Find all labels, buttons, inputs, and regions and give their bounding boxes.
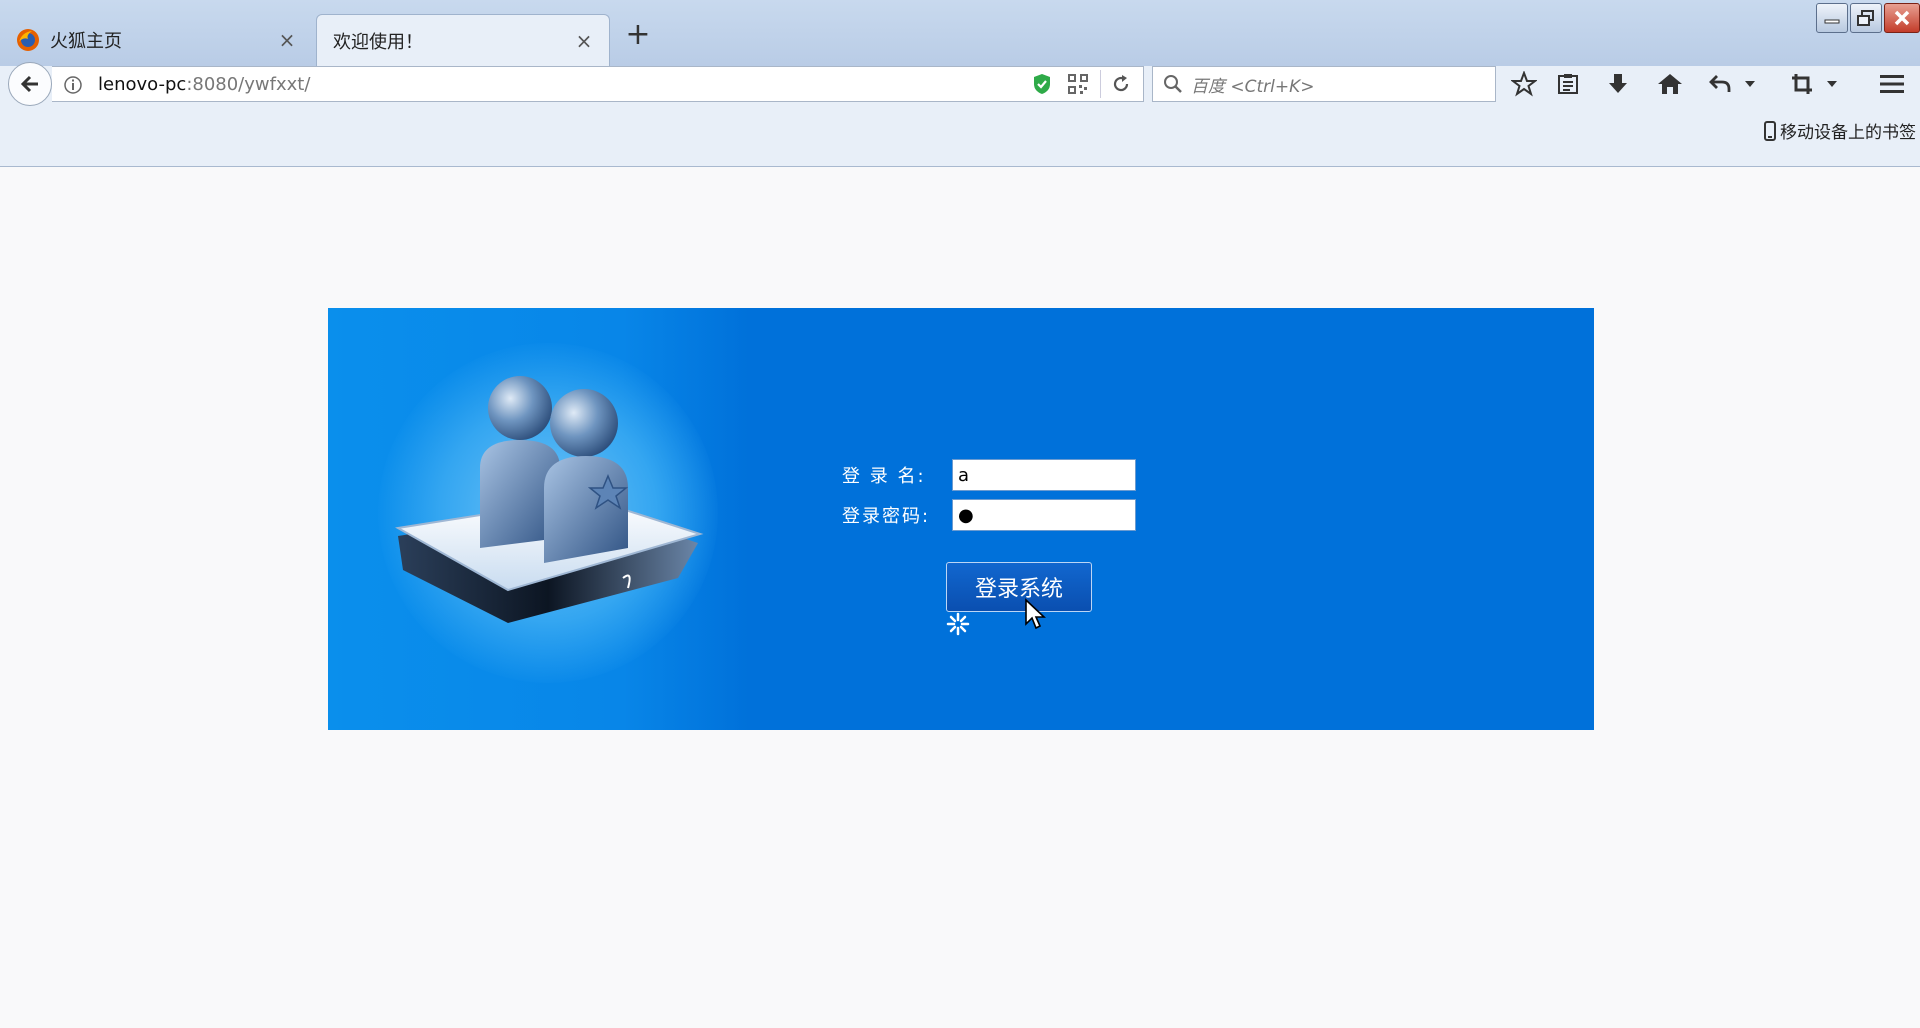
url-path: :8080/ywfxxt/ — [186, 73, 311, 95]
screenshot-dropdown-button[interactable] — [1822, 66, 1842, 102]
login-submit-button[interactable]: 登录系统 — [946, 562, 1092, 612]
close-tab-icon[interactable]: × — [276, 28, 298, 52]
mobile-bookmarks-link[interactable]: 移动设备上的书签 — [1764, 118, 1916, 143]
reload-icon[interactable] — [1107, 70, 1135, 98]
url-text[interactable]: lenovo-pc:8080/ywfxxt/ — [98, 74, 1028, 95]
tab-strip: 火狐主页 × 欢迎使用！ × + — [0, 0, 1920, 66]
undo-icon — [1709, 75, 1731, 92]
close-tab-icon[interactable]: × — [573, 29, 595, 53]
login-panel: 登 录 名: 登录密码: 登录系统 — [328, 308, 1594, 730]
username-label: 登 录 名: — [842, 466, 926, 487]
username-row: 登 录 名: — [842, 459, 1136, 491]
star-icon — [1511, 71, 1537, 97]
home-button[interactable] — [1652, 66, 1688, 102]
url-divider — [1100, 70, 1101, 98]
menu-button[interactable] — [1874, 66, 1910, 102]
url-host: lenovo-pc — [98, 73, 187, 95]
mobile-phone-icon — [1764, 120, 1776, 141]
login-illustration-area — [328, 308, 748, 730]
home-icon — [1658, 74, 1682, 94]
close-icon — [1894, 10, 1910, 26]
search-placeholder: 百度 <Ctrl+K> — [1191, 76, 1315, 97]
reading-list-button[interactable] — [1550, 66, 1586, 102]
bookmark-star-button[interactable] — [1506, 66, 1542, 102]
shield-icon[interactable] — [1028, 70, 1056, 98]
tab-title: 火狐主页 — [50, 31, 122, 52]
download-icon — [1609, 74, 1627, 93]
chevron-down-icon — [1745, 81, 1755, 87]
tab-welcome[interactable]: 欢迎使用！ × — [316, 14, 610, 66]
undo-button[interactable] — [1702, 66, 1738, 102]
restore-icon — [1857, 10, 1874, 26]
minimize-icon — [1824, 19, 1840, 24]
downloads-button[interactable] — [1600, 66, 1636, 102]
users-illustration — [395, 376, 704, 623]
firefox-icon — [17, 29, 39, 51]
mouse-cursor-icon — [1025, 598, 1046, 630]
password-input[interactable] — [952, 499, 1136, 531]
crop-icon — [1792, 74, 1812, 94]
search-icon — [1164, 75, 1182, 93]
tab-title: 欢迎使用！ — [333, 31, 423, 53]
minimize-button[interactable] — [1816, 3, 1848, 33]
info-icon[interactable] — [62, 74, 84, 96]
new-tab-button[interactable]: + — [622, 20, 654, 52]
search-bar[interactable]: 百度 <Ctrl+K> — [1152, 66, 1496, 102]
username-input[interactable] — [952, 459, 1136, 491]
hamburger-menu-icon — [1880, 75, 1904, 93]
screenshot-button[interactable] — [1784, 66, 1820, 102]
close-window-button[interactable] — [1884, 3, 1920, 33]
password-row: 登录密码: — [842, 499, 1136, 531]
loading-spinner-icon — [946, 612, 970, 636]
back-button[interactable] — [8, 62, 52, 106]
url-bar[interactable]: lenovo-pc:8080/ywfxxt/ — [52, 66, 1144, 102]
clipboard-icon — [1558, 74, 1578, 94]
chevron-down-icon — [1827, 81, 1837, 87]
restore-button[interactable] — [1850, 3, 1882, 33]
tab-firefox-home[interactable]: 火狐主页 × — [0, 14, 312, 66]
undo-dropdown-button[interactable] — [1740, 66, 1760, 102]
mobile-bookmarks-label: 移动设备上的书签 — [1780, 123, 1916, 143]
back-arrow-icon — [20, 75, 38, 93]
qr-code-icon[interactable] — [1064, 70, 1092, 98]
password-label: 登录密码: — [842, 506, 931, 527]
